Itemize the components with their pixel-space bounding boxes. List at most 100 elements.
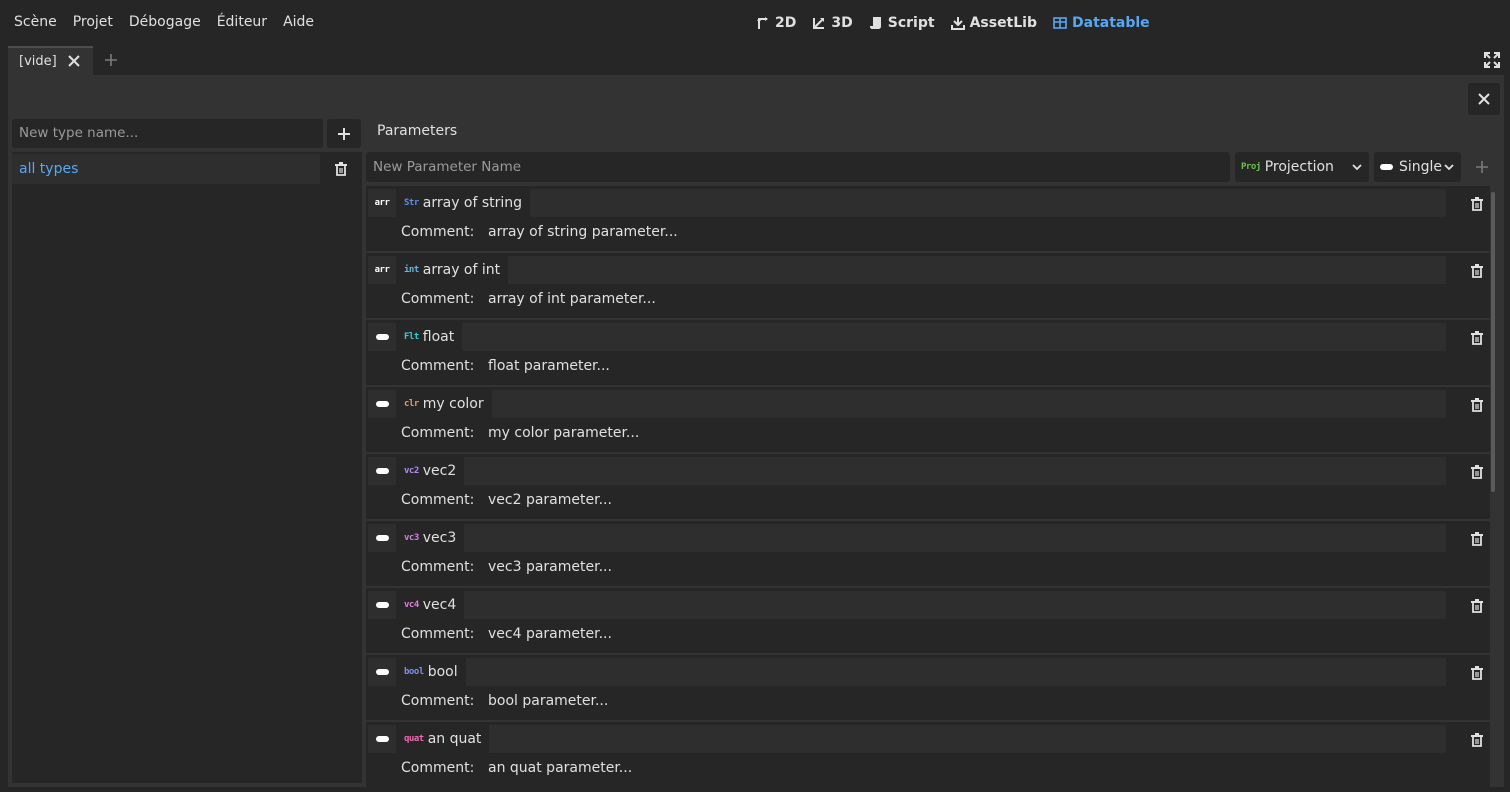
parameter-name-label: bool bool xyxy=(398,658,466,686)
parameter-name: array of string xyxy=(422,195,523,211)
parameter-name-label: quat an quat xyxy=(398,725,490,753)
comment-input[interactable] xyxy=(482,622,1490,650)
single-icon xyxy=(1380,164,1393,170)
fullscreen-icon[interactable] xyxy=(1484,52,1500,68)
type-badge-icon: vc3 xyxy=(404,533,419,543)
comment-text: my color parameter... xyxy=(488,425,640,441)
parameter-kind-button[interactable] xyxy=(368,524,396,552)
comment-label: Comment: xyxy=(401,760,475,776)
parameter-name-field[interactable] xyxy=(398,725,1446,753)
main-menu: Scène Projet Débogage Éditeur Aide xyxy=(6,12,322,32)
parameter-name-label: vc4 vec4 xyxy=(398,591,465,619)
menu-editor[interactable]: Éditeur xyxy=(209,12,275,32)
single-icon xyxy=(375,401,389,407)
parameters-title: Parameters xyxy=(377,123,458,139)
parameter-name-field[interactable] xyxy=(398,591,1446,619)
new-parameter-name-input[interactable]: New Parameter Name xyxy=(366,152,1230,182)
menu-scene[interactable]: Scène xyxy=(6,12,65,32)
add-type-button[interactable] xyxy=(327,119,361,148)
3d-icon xyxy=(813,18,825,29)
projection-badge-icon: Proj xyxy=(1241,162,1261,172)
parameter-name-field[interactable] xyxy=(398,189,1446,217)
workspace-2d-button[interactable]: 2D xyxy=(752,12,804,34)
single-icon xyxy=(375,468,389,474)
parameter-name: float xyxy=(422,329,455,345)
parameter-name: vec2 xyxy=(422,463,457,479)
array-icon: arr xyxy=(374,198,390,208)
workspace-3d-button[interactable]: 3D xyxy=(808,12,860,34)
trash-icon[interactable] xyxy=(1469,464,1485,480)
close-panel-button[interactable] xyxy=(1468,83,1500,115)
parameter-kind-button[interactable] xyxy=(368,323,396,351)
comment-input[interactable] xyxy=(482,354,1490,382)
type-badge-icon: vc2 xyxy=(404,466,419,476)
type-badge-icon: int xyxy=(404,265,419,275)
parameter-kind-button[interactable]: arr xyxy=(368,256,396,284)
trash-icon[interactable] xyxy=(1469,196,1485,212)
parameter-name: vec4 xyxy=(422,597,457,613)
parameter-mode-select[interactable]: Single xyxy=(1374,152,1461,182)
trash-icon[interactable] xyxy=(1469,531,1485,547)
comment-input[interactable] xyxy=(482,689,1490,717)
workspace-script-button[interactable]: Script xyxy=(865,12,943,34)
add-tab-icon[interactable] xyxy=(103,52,119,68)
parameter-row: vc3 vec3 Comment: vec3 parameter... xyxy=(366,521,1490,588)
type-item-all-types[interactable]: all types xyxy=(12,154,320,184)
type-badge-icon: Str xyxy=(404,198,419,208)
comment-label: Comment: xyxy=(401,559,475,575)
trash-icon[interactable] xyxy=(1469,397,1485,413)
parameter-name-label: Flt float xyxy=(398,323,463,351)
parameter-name-field[interactable] xyxy=(398,524,1446,552)
parameter-row: arr Str array of string Comment: array of st… xyxy=(366,186,1490,253)
workspace-datatable-button[interactable]: Datatable xyxy=(1049,12,1158,34)
parameter-kind-button[interactable]: arr xyxy=(368,189,396,217)
menu-debug[interactable]: Débogage xyxy=(121,12,209,32)
comment-input[interactable] xyxy=(482,488,1490,516)
parameter-kind-button[interactable] xyxy=(368,725,396,753)
parameter-name: array of int xyxy=(422,262,501,278)
workspace-assetlib-button[interactable]: AssetLib xyxy=(947,12,1045,34)
parameter-name-field[interactable] xyxy=(398,256,1446,284)
parameter-type-select[interactable]: Proj Projection xyxy=(1235,152,1369,182)
trash-icon[interactable] xyxy=(1469,330,1485,346)
menu-help[interactable]: Aide xyxy=(275,12,322,32)
comment-text: bool parameter... xyxy=(488,693,609,709)
trash-icon[interactable] xyxy=(333,161,349,177)
close-icon xyxy=(1478,93,1490,105)
parameter-name-field[interactable] xyxy=(398,323,1446,351)
plus-icon xyxy=(338,127,350,140)
workspace-switcher: 2D 3D Script AssetLib Datatable xyxy=(752,12,1158,34)
parameter-kind-button[interactable] xyxy=(368,390,396,418)
type-badge-icon: Flt xyxy=(404,332,419,342)
types-list: all types xyxy=(12,152,362,783)
new-type-name-input[interactable]: New type name... xyxy=(12,119,323,148)
single-icon xyxy=(375,736,389,742)
parameters-scrollbar[interactable] xyxy=(1491,192,1495,492)
table-icon xyxy=(1053,17,1067,29)
parameter-name-field[interactable] xyxy=(398,457,1446,485)
add-parameter-icon[interactable] xyxy=(1474,159,1490,175)
download-icon xyxy=(950,17,965,30)
close-icon[interactable] xyxy=(66,53,82,69)
menu-project[interactable]: Projet xyxy=(65,12,121,32)
scene-tab[interactable]: [vide] xyxy=(8,46,93,75)
trash-icon[interactable] xyxy=(1469,263,1485,279)
parameters-list: arr Str array of string Comment: array of st… xyxy=(366,186,1490,787)
comment-input[interactable] xyxy=(482,756,1490,784)
trash-icon[interactable] xyxy=(1469,598,1485,614)
scene-tab-label: [vide] xyxy=(19,54,57,69)
parameter-kind-button[interactable] xyxy=(368,591,396,619)
parameter-name-label: vc3 vec3 xyxy=(398,524,465,552)
trash-icon[interactable] xyxy=(1469,665,1485,681)
parameter-kind-button[interactable] xyxy=(368,457,396,485)
trash-icon[interactable] xyxy=(1469,732,1485,748)
parameter-name: an quat xyxy=(427,731,482,747)
parameter-name-field[interactable] xyxy=(398,390,1446,418)
parameter-kind-button[interactable] xyxy=(368,658,396,686)
comment-text: an quat parameter... xyxy=(488,760,633,776)
comment-input[interactable] xyxy=(482,555,1490,583)
workspace-script-label: Script xyxy=(887,15,935,31)
chevron-down-icon xyxy=(1444,164,1454,171)
parameter-row: arr int array of int Comment: array of int p… xyxy=(366,253,1490,320)
parameter-name-field[interactable] xyxy=(398,658,1446,686)
